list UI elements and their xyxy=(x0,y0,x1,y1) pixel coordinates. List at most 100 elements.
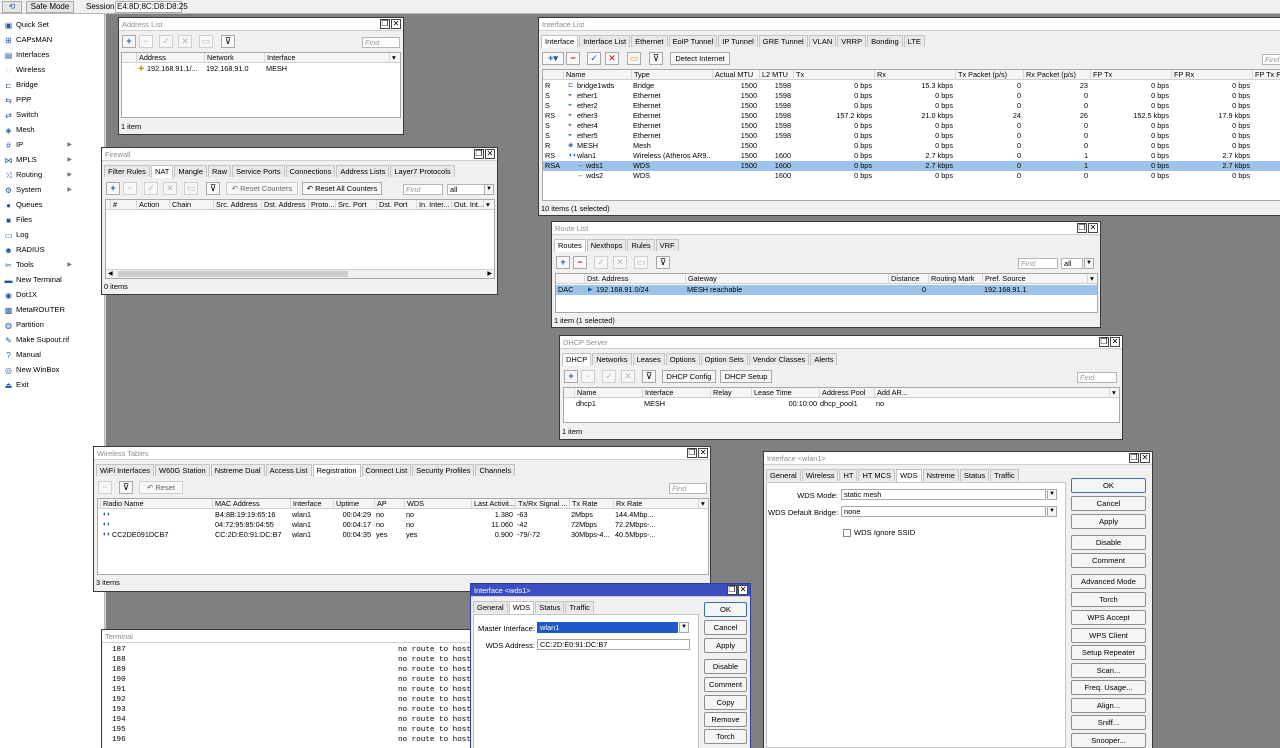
tab-interface[interactable]: Interface xyxy=(541,35,579,48)
tab-vrrp[interactable]: VRRP xyxy=(837,35,867,47)
apply-button[interactable]: Apply xyxy=(1071,514,1146,529)
filter-icon[interactable]: ⊽ xyxy=(119,481,133,494)
menu-new-winbox[interactable]: ◎ New WinBox xyxy=(2,363,102,377)
wds-mode-select[interactable]: static mesh xyxy=(841,489,1046,500)
column-header[interactable]: Relay xyxy=(710,388,751,398)
tab-status[interactable]: Status xyxy=(959,469,990,481)
filter-icon[interactable]: ⊽ xyxy=(206,182,220,195)
window-titlebar[interactable]: Route List ❐ ✕ xyxy=(552,222,1100,235)
copy-button[interactable]: Copy xyxy=(704,695,747,710)
column-header[interactable]: Uptime xyxy=(333,499,374,509)
column-header[interactable]: Action xyxy=(136,200,169,210)
restore-icon[interactable]: ❐ xyxy=(687,448,697,458)
tab-vendor-classes[interactable]: Vendor Classes xyxy=(748,353,810,365)
column-header[interactable]: Interface xyxy=(290,499,333,509)
remove-icon[interactable]: − xyxy=(98,481,112,494)
column-header[interactable]: Rx xyxy=(874,70,955,80)
apply-button[interactable]: Apply xyxy=(704,638,747,653)
tab-security-profiles[interactable]: Security Profiles xyxy=(412,464,475,476)
column-header[interactable]: In. Inter... xyxy=(416,200,451,210)
enable-icon[interactable]: ✓ xyxy=(594,256,608,269)
menu-mesh[interactable]: ◈ Mesh xyxy=(2,123,102,137)
column-header[interactable]: Rx Packet (p/s) xyxy=(1023,70,1090,80)
tab-routes[interactable]: Routes xyxy=(554,239,586,252)
remove-icon[interactable]: − xyxy=(123,182,137,195)
tab-traffic[interactable]: Traffic xyxy=(565,601,594,613)
setup-repeater-button[interactable]: Setup Repeater xyxy=(1071,645,1146,660)
column-header[interactable]: Proto... xyxy=(308,200,335,210)
enable-icon[interactable]: ✓ xyxy=(144,182,158,195)
tab-interface-list[interactable]: Interface List xyxy=(579,35,631,47)
tab-nat[interactable]: NAT xyxy=(150,165,174,178)
tab-mangle[interactable]: Mangle xyxy=(174,165,207,177)
column-header[interactable]: Lease Time xyxy=(751,388,819,398)
remove-icon[interactable]: − xyxy=(581,370,595,383)
column-header[interactable]: Chain xyxy=(169,200,213,210)
menu-queues[interactable]: ● Queues xyxy=(2,198,102,212)
filter-select[interactable]: all xyxy=(1061,258,1083,269)
column-header[interactable]: MAC Address xyxy=(212,499,290,509)
menu-interfaces[interactable]: ▤ Interfaces xyxy=(2,48,102,62)
menu-wireless[interactable]: ◌ Wireless xyxy=(2,63,102,77)
snooper-button[interactable]: Snooper... xyxy=(1071,733,1146,748)
close-icon[interactable]: ✕ xyxy=(1140,453,1150,463)
comment-icon[interactable]: ▭ xyxy=(634,256,648,269)
menu-mpls[interactable]: ⋈ MPLS ▶ xyxy=(2,153,102,167)
columns-dropdown-icon[interactable]: ▾ xyxy=(698,499,708,509)
table-row[interactable]: ↔ wds2 WDS 1600 0 bps 0 bps 0 0 0 bps 0 bps xyxy=(543,171,1280,181)
restore-icon[interactable]: ❐ xyxy=(474,149,484,159)
restore-icon[interactable]: ❐ xyxy=(727,585,737,595)
column-header[interactable]: Dst. Port xyxy=(376,200,416,210)
table-row[interactable]: ◈ R MESH Mesh 1500 0 bps 0 bps 0 0 0 bps 0 bps xyxy=(543,141,1280,151)
table-row[interactable]: ⌖ RS ether3 Ethernet 1500 1598 157.2 kbps 21.0 … xyxy=(543,111,1280,121)
add-icon[interactable]: + xyxy=(564,370,578,383)
disable-icon[interactable]: ✕ xyxy=(178,35,192,48)
table-row[interactable]: dhcp1 MESH 00:10:00 dhcp_pool1 no xyxy=(564,399,1119,409)
columns-dropdown-icon[interactable]: ▾ xyxy=(1109,388,1119,398)
column-header[interactable]: FP Tx xyxy=(1090,70,1171,80)
table-row[interactable]: ⌖ Sether4 Ethernet 1500 1598 0 bps 0 bps 0 0 0 bp… xyxy=(543,121,1280,131)
column-header[interactable]: Src. Address xyxy=(213,200,261,210)
tab-access-list[interactable]: Access List xyxy=(265,464,312,476)
tab-wds[interactable]: WDS xyxy=(508,601,535,614)
disable-icon[interactable]: ✕ xyxy=(163,182,177,195)
table-row[interactable]: ◖◗ B4:8B:19:19:65:16 wlan1 00:04:29 no no 1.38… xyxy=(98,510,708,520)
comment-icon[interactable]: ▭ xyxy=(199,35,213,48)
filter-icon[interactable]: ⊽ xyxy=(221,35,235,48)
column-header[interactable]: Type xyxy=(631,70,712,80)
close-icon[interactable]: ✕ xyxy=(391,19,401,29)
add-icon[interactable]: + xyxy=(556,256,570,269)
column-header[interactable]: Tx/Rx Signal ... xyxy=(515,499,569,509)
table-row[interactable]: ↔ RSA wds1 WDS 1500 1600 0 bps 2.7 kbps 0 1 0 bps 2… xyxy=(543,161,1280,171)
tab-status[interactable]: Status xyxy=(535,601,565,613)
cancel-button[interactable]: Cancel xyxy=(704,620,747,635)
column-header[interactable]: Dst. Address xyxy=(584,274,685,284)
ok-button[interactable]: OK xyxy=(1071,478,1146,493)
menu-quick-set[interactable]: ▣ Quick Set xyxy=(2,18,102,32)
safe-mode-button[interactable]: Safe Mode xyxy=(26,1,74,13)
column-header[interactable]: Add AR... xyxy=(874,388,908,398)
scroll-thumb[interactable] xyxy=(118,271,348,277)
find-input[interactable]: Find xyxy=(403,184,443,195)
tab-connections[interactable]: Connections xyxy=(285,165,336,177)
columns-dropdown-icon[interactable]: ▾ xyxy=(389,53,400,63)
wds-ignore-ssid-checkbox[interactable] xyxy=(843,529,851,537)
columns-dropdown-icon[interactable]: ▾ xyxy=(1087,274,1097,284)
close-icon[interactable]: ✕ xyxy=(1088,223,1098,233)
table-row[interactable]: ⌖ Sether2 Ethernet 1500 1598 0 bps 0 bps 0 0 0 bp… xyxy=(543,101,1280,111)
table-row[interactable]: ⌖ Sether5 Ethernet 1500 1598 0 bps 0 bps 0 0 0 bp… xyxy=(543,131,1280,141)
disable-icon[interactable]: ✕ xyxy=(605,52,619,65)
advanced-mode-button[interactable]: Advanced Mode xyxy=(1071,574,1146,589)
restore-icon[interactable]: ❐ xyxy=(1077,223,1087,233)
menu-dot1x[interactable]: ◉ Dot1X xyxy=(2,288,102,302)
column-header[interactable]: Src. Port xyxy=(335,200,376,210)
dhcp-config-button[interactable]: DHCP Config xyxy=(662,370,716,383)
tab-lte[interactable]: LTE xyxy=(903,35,925,47)
comment-button[interactable]: Comment xyxy=(704,677,747,692)
tab-channels[interactable]: Channels xyxy=(475,464,516,476)
master-interface-select[interactable]: wlan1 xyxy=(537,622,678,633)
menu-radius[interactable]: ☻ RADIUS xyxy=(2,243,102,257)
tab-networks[interactable]: Networks xyxy=(592,353,632,365)
remove-icon[interactable]: − xyxy=(566,52,580,65)
column-header[interactable]: Tx Packet (p/s) xyxy=(955,70,1023,80)
